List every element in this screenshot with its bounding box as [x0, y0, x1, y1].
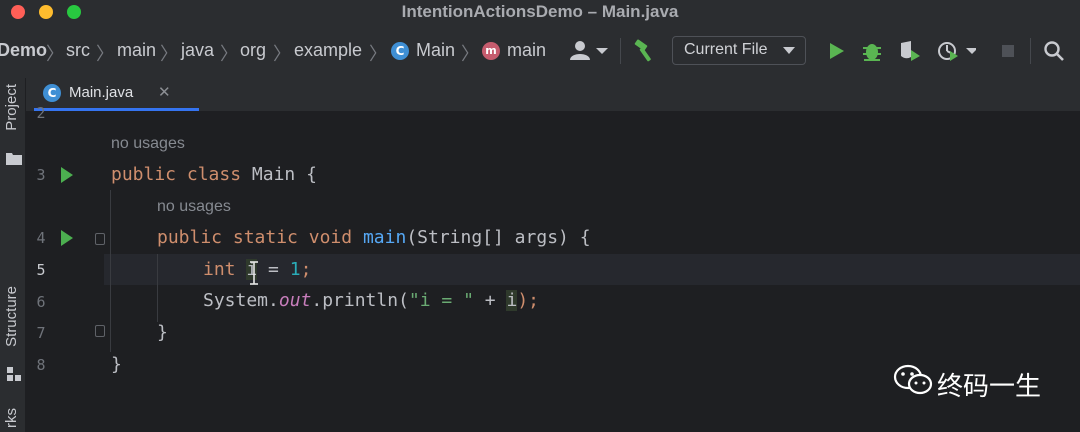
- debug-icon[interactable]: [861, 39, 883, 68]
- folder-icon[interactable]: [6, 150, 22, 169]
- keyword: public: [111, 164, 177, 185]
- code-line-8: }: [111, 354, 122, 376]
- brace: }: [111, 354, 122, 375]
- plus-op: +: [473, 290, 507, 311]
- stop-icon[interactable]: [998, 39, 1018, 68]
- title-bar: IntentionActionsDemo – Main.java: [0, 0, 1080, 26]
- method-icon: m: [482, 42, 500, 60]
- line-number: 6: [36, 293, 46, 311]
- keyword: int: [203, 259, 236, 280]
- breadcrumb-separator: 〉: [369, 44, 387, 65]
- vcs-user-icon[interactable]: [568, 39, 608, 68]
- structure-tool-window-button[interactable]: Structure: [3, 286, 20, 347]
- method-name: main: [362, 227, 407, 248]
- watermark-text: 终码一生: [937, 372, 1042, 402]
- run-configuration-label: Current File: [684, 41, 768, 58]
- breadcrumb-main-folder[interactable]: main: [117, 40, 156, 61]
- breadcrumb-method-main[interactable]: main: [507, 40, 546, 61]
- statement-end: );: [517, 290, 539, 311]
- method-params: (String[] args) {: [406, 227, 591, 248]
- brace: {: [306, 164, 317, 185]
- system-class: System.: [203, 290, 279, 311]
- breadcrumb-separator: 〉: [273, 44, 291, 65]
- class-file-icon: C: [43, 84, 61, 102]
- run-class-gutter-icon[interactable]: [61, 167, 73, 183]
- run-configuration-dropdown[interactable]: Current File: [672, 36, 806, 65]
- tab-label: Main.java: [69, 84, 134, 101]
- keyword: static: [232, 227, 298, 248]
- line-number: 3: [36, 166, 46, 184]
- class-name: Main: [251, 164, 296, 185]
- tool-window-strip: Project Structure rks: [0, 78, 26, 432]
- search-icon[interactable]: [1043, 39, 1065, 68]
- line-number: 8: [36, 356, 46, 374]
- tab-main-java[interactable]: C Main.java ✕: [34, 78, 199, 111]
- breadcrumb-example[interactable]: example: [294, 40, 362, 61]
- close-icon[interactable]: ✕: [158, 83, 171, 101]
- project-tool-window-button[interactable]: Project: [3, 84, 20, 131]
- active-tab-indicator: [34, 108, 199, 111]
- method-call: .println(: [311, 290, 409, 311]
- run-method-gutter-icon[interactable]: [61, 230, 73, 246]
- fold-marker-icon[interactable]: [95, 233, 105, 245]
- breadcrumb-separator: 〉: [96, 44, 114, 65]
- breadcrumb-project[interactable]: Demo: [0, 40, 47, 61]
- toolbar-divider: [620, 38, 621, 64]
- text-cursor-icon: [250, 261, 258, 285]
- line-number: 7: [36, 324, 46, 342]
- code-line-7: }: [157, 322, 168, 344]
- build-hammer-icon[interactable]: [632, 39, 656, 68]
- navigation-bar: Demo 〉 src 〉 main 〉 java 〉 org 〉 example…: [0, 26, 1080, 78]
- toolbar-divider: [1030, 38, 1031, 64]
- keyword: void: [308, 227, 353, 248]
- run-icon[interactable]: [826, 39, 846, 68]
- breadcrumb-class-main[interactable]: Main: [416, 40, 455, 61]
- brace: }: [157, 322, 168, 343]
- line-number: 2: [36, 104, 46, 122]
- line-number: 5: [36, 261, 46, 279]
- variable-i: i: [506, 290, 518, 311]
- indent-guide: [110, 190, 111, 352]
- line-number: 4: [36, 229, 46, 247]
- code-line-3: public class Main {: [111, 164, 317, 186]
- code-line-6: System.out.println("i = " + i);: [203, 290, 539, 312]
- chevron-down-icon: [783, 47, 795, 54]
- editor-tab-bar: C Main.java ✕: [26, 78, 1080, 112]
- breadcrumb-java[interactable]: java: [181, 40, 214, 61]
- indent-guide: [157, 254, 158, 322]
- window-title: IntentionActionsDemo – Main.java: [401, 2, 679, 21]
- breadcrumb-separator: 〉: [160, 44, 178, 65]
- coverage-icon[interactable]: [898, 39, 922, 68]
- class-icon: C: [391, 42, 409, 60]
- structure-icon[interactable]: [7, 366, 21, 385]
- string-literal: "i = ": [408, 290, 474, 311]
- bookmarks-tool-window-button[interactable]: rks: [3, 408, 20, 428]
- keyword: public: [157, 227, 223, 248]
- number-literal: 1: [289, 259, 301, 280]
- profile-icon[interactable]: [936, 39, 978, 68]
- breadcrumb-separator: 〉: [46, 44, 64, 65]
- breadcrumb-separator: 〉: [461, 44, 479, 65]
- fold-marker-icon[interactable]: [95, 325, 105, 337]
- assign-op: =: [257, 259, 290, 280]
- breadcrumb-org[interactable]: org: [240, 40, 266, 61]
- code-line-4: public static void main(String[] args) {: [157, 227, 591, 249]
- usage-hint[interactable]: no usages: [111, 135, 185, 153]
- wechat-icon: [893, 363, 933, 397]
- static-field: out: [278, 290, 312, 311]
- semicolon: ;: [300, 259, 312, 280]
- breadcrumb-separator: 〉: [220, 44, 238, 65]
- breadcrumb-src[interactable]: src: [66, 40, 90, 61]
- keyword: class: [186, 164, 242, 185]
- usage-hint[interactable]: no usages: [157, 198, 231, 216]
